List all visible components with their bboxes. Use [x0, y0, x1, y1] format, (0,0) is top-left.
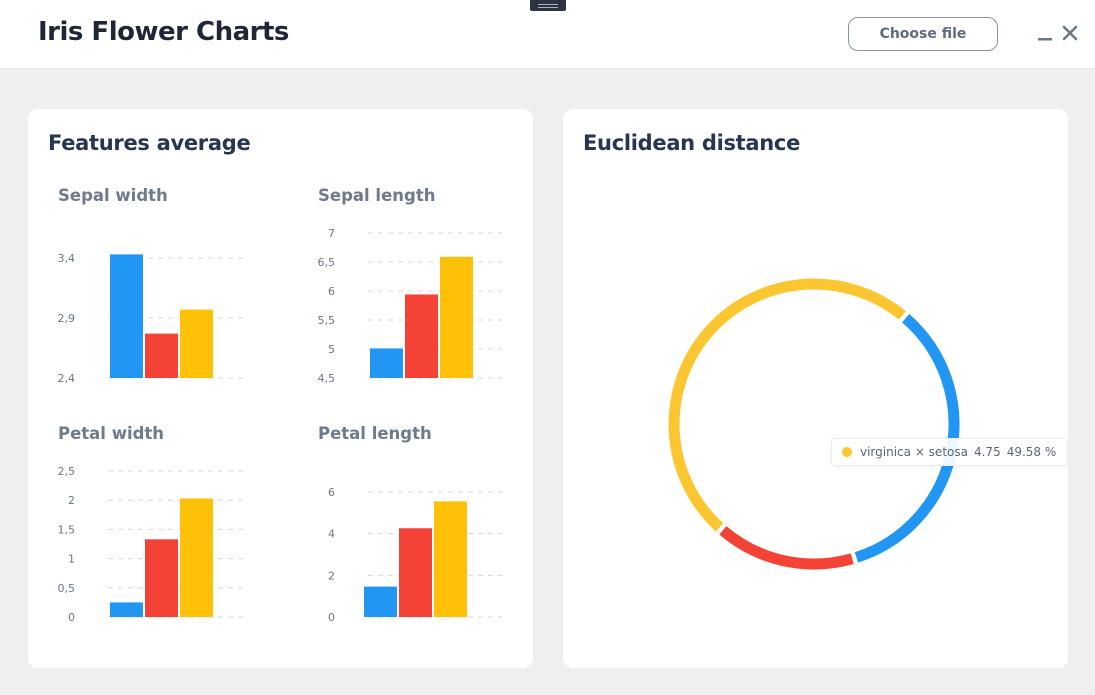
donut-slice-3[interactable]	[719, 526, 854, 570]
tooltip-percent: 49.58 %	[1006, 445, 1057, 459]
tooltip-value: 4.75	[973, 445, 1001, 459]
tooltip-label: virginica × setosa	[860, 445, 968, 459]
tooltip-color-dot	[842, 447, 852, 457]
donut-tooltip: virginica × setosa 4.75 49.58 %	[831, 438, 1068, 466]
donut-slice-1[interactable]	[668, 278, 906, 532]
euclidean-distance-donut[interactable]	[0, 0, 1095, 695]
